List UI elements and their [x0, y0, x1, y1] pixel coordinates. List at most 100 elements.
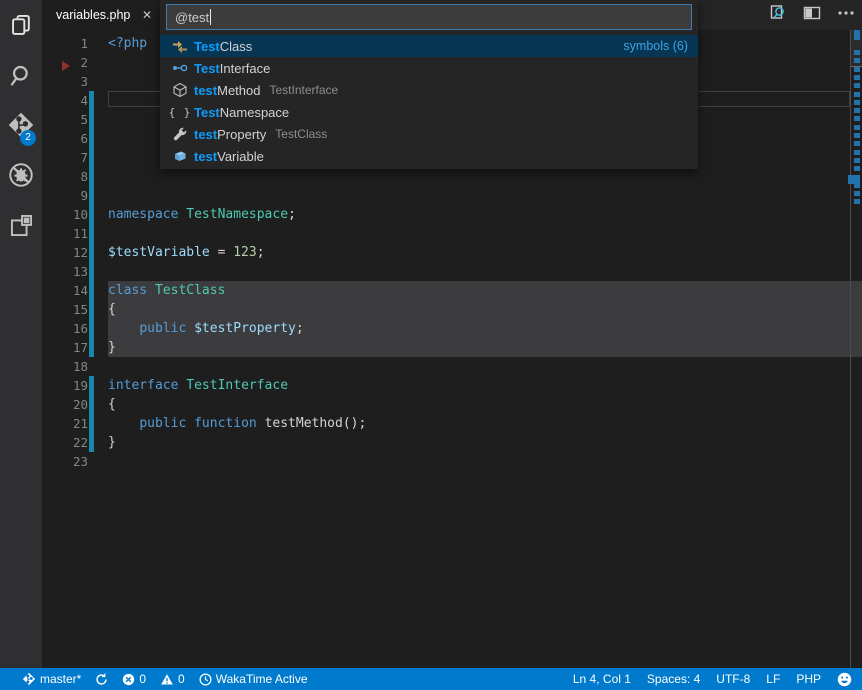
quick-open-item-testnamespace[interactable]: { } TestNamespace — [160, 101, 698, 123]
symbol-description: TestClass — [275, 127, 327, 141]
status-item-feedback[interactable] — [837, 672, 852, 687]
status-item-indentation[interactable]: Spaces: 4 — [647, 672, 700, 686]
code-line[interactable]: 13 — [42, 262, 862, 281]
activity-item-source-control[interactable]: 2 — [0, 100, 42, 150]
quick-open-query: @test — [175, 10, 209, 25]
code-line[interactable]: 23 — [42, 452, 862, 471]
status-item-label: Spaces: 4 — [647, 672, 700, 686]
tab-variables-php[interactable]: variables.php ✕ — [42, 0, 160, 30]
line-number: 6 — [42, 129, 88, 148]
overview-ruler-change-mark — [854, 50, 860, 55]
code-line[interactable]: 19interface TestInterface — [42, 376, 862, 395]
activity-bar: 2 — [0, 0, 42, 668]
status-item-eol[interactable]: LF — [766, 672, 780, 686]
overview-ruler-change-mark — [854, 92, 860, 97]
status-item-encoding[interactable]: UTF-8 — [716, 672, 750, 686]
results-group-badge: symbols (6) — [623, 39, 688, 53]
code-line[interactable]: 18 — [42, 357, 862, 376]
code-text — [94, 452, 108, 471]
status-item-cursor-position[interactable]: Ln 4, Col 1 — [573, 672, 631, 686]
line-number: 19 — [42, 376, 88, 395]
code-line[interactable]: 17} — [42, 338, 862, 357]
line-number: 12 — [42, 243, 88, 262]
vscode-window: 2 variables.p — [0, 0, 862, 690]
interface-symbol-icon — [172, 60, 188, 76]
code-line[interactable]: 10 namespace TestNamespace; — [42, 205, 862, 224]
code-text — [94, 110, 108, 129]
status-item-label: 0 — [178, 672, 185, 686]
quick-open-item-testproperty[interactable]: testProperty TestClass — [160, 123, 698, 145]
line-number: 9 — [42, 186, 88, 205]
code-text — [94, 72, 108, 91]
tab-close-icon[interactable]: ✕ — [142, 8, 152, 22]
line-number: 20 — [42, 395, 88, 414]
editor-actions — [766, 0, 858, 30]
method-symbol-icon — [172, 82, 188, 98]
symbol-label: testProperty — [194, 127, 266, 142]
symbol-description: TestInterface — [270, 83, 339, 97]
code-line[interactable]: 21 public function testMethod(); — [42, 414, 862, 433]
quick-open-results: TestClasssymbols (6)TestInterfacetestMet… — [160, 35, 698, 167]
code-text — [94, 224, 108, 243]
code-text: class TestClass — [94, 281, 225, 300]
code-line[interactable]: 8 — [42, 167, 862, 186]
symbol-label: testMethod — [194, 83, 261, 98]
code-line[interactable]: 11 — [42, 224, 862, 243]
activity-item-search[interactable] — [0, 50, 42, 100]
quick-open-item-testclass[interactable]: TestClasssymbols (6) — [160, 35, 698, 57]
overview-ruler-change-mark — [854, 30, 860, 40]
line-number: 10 — [42, 205, 88, 224]
code-text: public function testMethod(); — [94, 414, 366, 433]
overview-ruler-change-mark — [854, 67, 860, 72]
status-item-warnings[interactable]: 0 — [160, 672, 185, 686]
namespace-symbol-icon: { } — [172, 104, 188, 120]
overview-ruler-change-mark — [854, 158, 860, 163]
code-text: public $testProperty; — [94, 319, 304, 338]
line-number: 7 — [42, 148, 88, 167]
quick-open-item-testmethod[interactable]: testMethod TestInterface — [160, 79, 698, 101]
overview-ruler-change-mark — [854, 75, 860, 80]
line-number: 4 — [42, 91, 88, 110]
code-line[interactable]: 14class TestClass — [42, 281, 862, 300]
code-text: } — [94, 433, 116, 452]
open-preview-button[interactable] — [766, 3, 790, 27]
debug-disabled-icon — [7, 161, 35, 189]
code-line[interactable]: 16 public $testProperty; — [42, 319, 862, 338]
activity-item-debug[interactable] — [0, 150, 42, 200]
status-item-wakatime[interactable]: WakaTime Active — [199, 672, 308, 686]
activity-item-explorer[interactable] — [0, 0, 42, 50]
code-line[interactable]: 22} — [42, 433, 862, 452]
activity-item-extensions[interactable] — [0, 200, 42, 250]
status-item-git-branch[interactable]: master* — [22, 672, 81, 686]
quick-open-item-testinterface[interactable]: TestInterface — [160, 57, 698, 79]
ellipsis-icon — [836, 3, 856, 28]
symbol-label: TestNamespace — [194, 105, 289, 120]
line-number: 3 — [42, 72, 88, 91]
code-line[interactable]: 9 — [42, 186, 862, 205]
status-item-label: master* — [40, 672, 81, 686]
overview-ruler-change-mark — [854, 141, 860, 146]
status-item-sync[interactable] — [95, 673, 108, 686]
overview-ruler-change-mark — [854, 183, 860, 188]
status-item-label: WakaTime Active — [216, 672, 308, 686]
code-line[interactable]: 20{ — [42, 395, 862, 414]
quick-open-item-testvariable[interactable]: testVariable — [160, 145, 698, 167]
quick-open-input[interactable]: @test — [166, 4, 692, 30]
code-text: namespace TestNamespace; — [94, 205, 296, 224]
line-number: 21 — [42, 414, 88, 433]
status-item-language-mode[interactable]: PHP — [796, 672, 821, 686]
more-actions-button[interactable] — [834, 3, 858, 27]
overview-ruler-change-mark — [854, 100, 860, 105]
status-item-label: LF — [766, 672, 780, 686]
smiley-icon — [837, 672, 852, 687]
line-number: 5 — [42, 110, 88, 129]
line-number: 23 — [42, 452, 88, 471]
git-logo-icon — [22, 672, 36, 686]
code-line[interactable]: 15{ — [42, 300, 862, 319]
code-line[interactable]: 12$testVariable = 123; — [42, 243, 862, 262]
split-editor-button[interactable] — [800, 3, 824, 27]
status-item-errors[interactable]: 0 — [122, 672, 146, 686]
clock-icon — [199, 673, 212, 686]
git-deleted-lines-marker — [62, 61, 70, 71]
variable-symbol-icon — [172, 148, 188, 164]
